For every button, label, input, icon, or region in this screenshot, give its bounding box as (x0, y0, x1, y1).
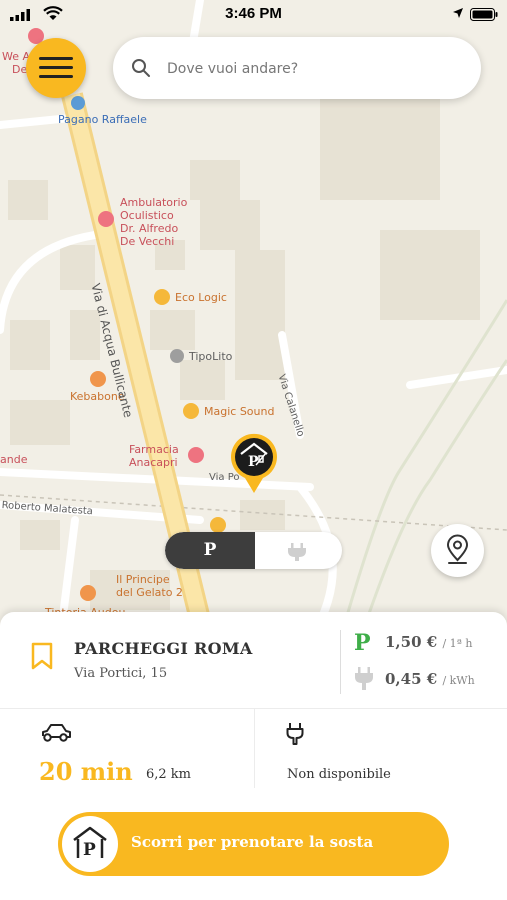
map-label: Ambulatorio (120, 196, 188, 209)
divider (254, 708, 255, 788)
map-label: del Gelato 2 (116, 586, 183, 599)
map-label: Farmacia (129, 443, 179, 456)
status-time: 3:46 PM (225, 5, 282, 22)
status-bar: 3:46 PM (0, 0, 507, 28)
slide-label: Scorri per prenotare la sosta (131, 833, 374, 851)
map-label: Oculistico (120, 209, 174, 222)
svg-text:P: P (83, 840, 96, 860)
plug-icon (288, 543, 306, 561)
map-label: Magic Sound (204, 405, 275, 418)
parking-price: 1,50 € / 1ª h (385, 633, 472, 651)
search-icon (132, 59, 150, 77)
menu-button[interactable] (26, 38, 86, 98)
battery-icon (470, 8, 498, 21)
parking-price-unit: / 1ª h (442, 637, 473, 650)
map-label: Pagano Raffaele (58, 113, 147, 126)
charging-status: Non disponibile (287, 767, 391, 782)
charging-price-unit: / kWh (442, 674, 475, 687)
location-arrow-icon (453, 8, 463, 18)
bookmark-icon[interactable] (31, 642, 53, 670)
slide-to-book-button[interactable]: P Scorri per prenotare la sosta (58, 812, 449, 876)
map-label: Dr. Alfredo (120, 222, 179, 235)
map-label: Anacapri (129, 456, 178, 469)
distance: 6,2 km (146, 767, 192, 782)
parking-name: PARCHEGGI ROMA (74, 639, 253, 658)
parking-p-icon: P (354, 630, 371, 653)
map-pin-icon (446, 534, 469, 564)
svg-text:P: P (354, 630, 371, 653)
svg-text:P: P (248, 454, 259, 470)
parking-address: Via Portici, 15 (74, 666, 168, 681)
car-icon (42, 724, 71, 742)
charging-filter-button[interactable] (255, 532, 342, 569)
parking-detail-sheet: PARCHEGGI ROMA Via Portici, 15 P 1,50 € … (0, 612, 507, 900)
charging-status-plug-icon (286, 723, 304, 745)
charging-price-value: 0,45 € (385, 670, 438, 688)
map-label: De Vecchi (120, 235, 175, 248)
charging-price: 0,45 € / kWh (385, 670, 475, 688)
search-bar[interactable] (113, 37, 481, 99)
parking-filter-button[interactable]: P (165, 532, 255, 569)
parking-price-value: 1,50 € (385, 633, 438, 651)
search-input[interactable] (165, 55, 459, 83)
filter-toggle: P (165, 532, 342, 569)
eta-time: 20 min (39, 757, 133, 786)
my-location-button[interactable] (431, 524, 484, 577)
charging-plug-icon (355, 667, 373, 690)
parking-garage-icon: P (73, 826, 107, 860)
slide-knob[interactable]: P (62, 816, 118, 872)
divider (340, 630, 341, 694)
map-label: TipoLito (189, 350, 233, 363)
map-label: ande (0, 453, 28, 466)
map-label: De (12, 63, 28, 76)
parking-pin-icon: P (231, 433, 277, 493)
map-label: Eco Logic (175, 291, 227, 304)
map-label: Il Principe (116, 573, 170, 586)
parking-map-pin[interactable]: P (229, 432, 279, 494)
